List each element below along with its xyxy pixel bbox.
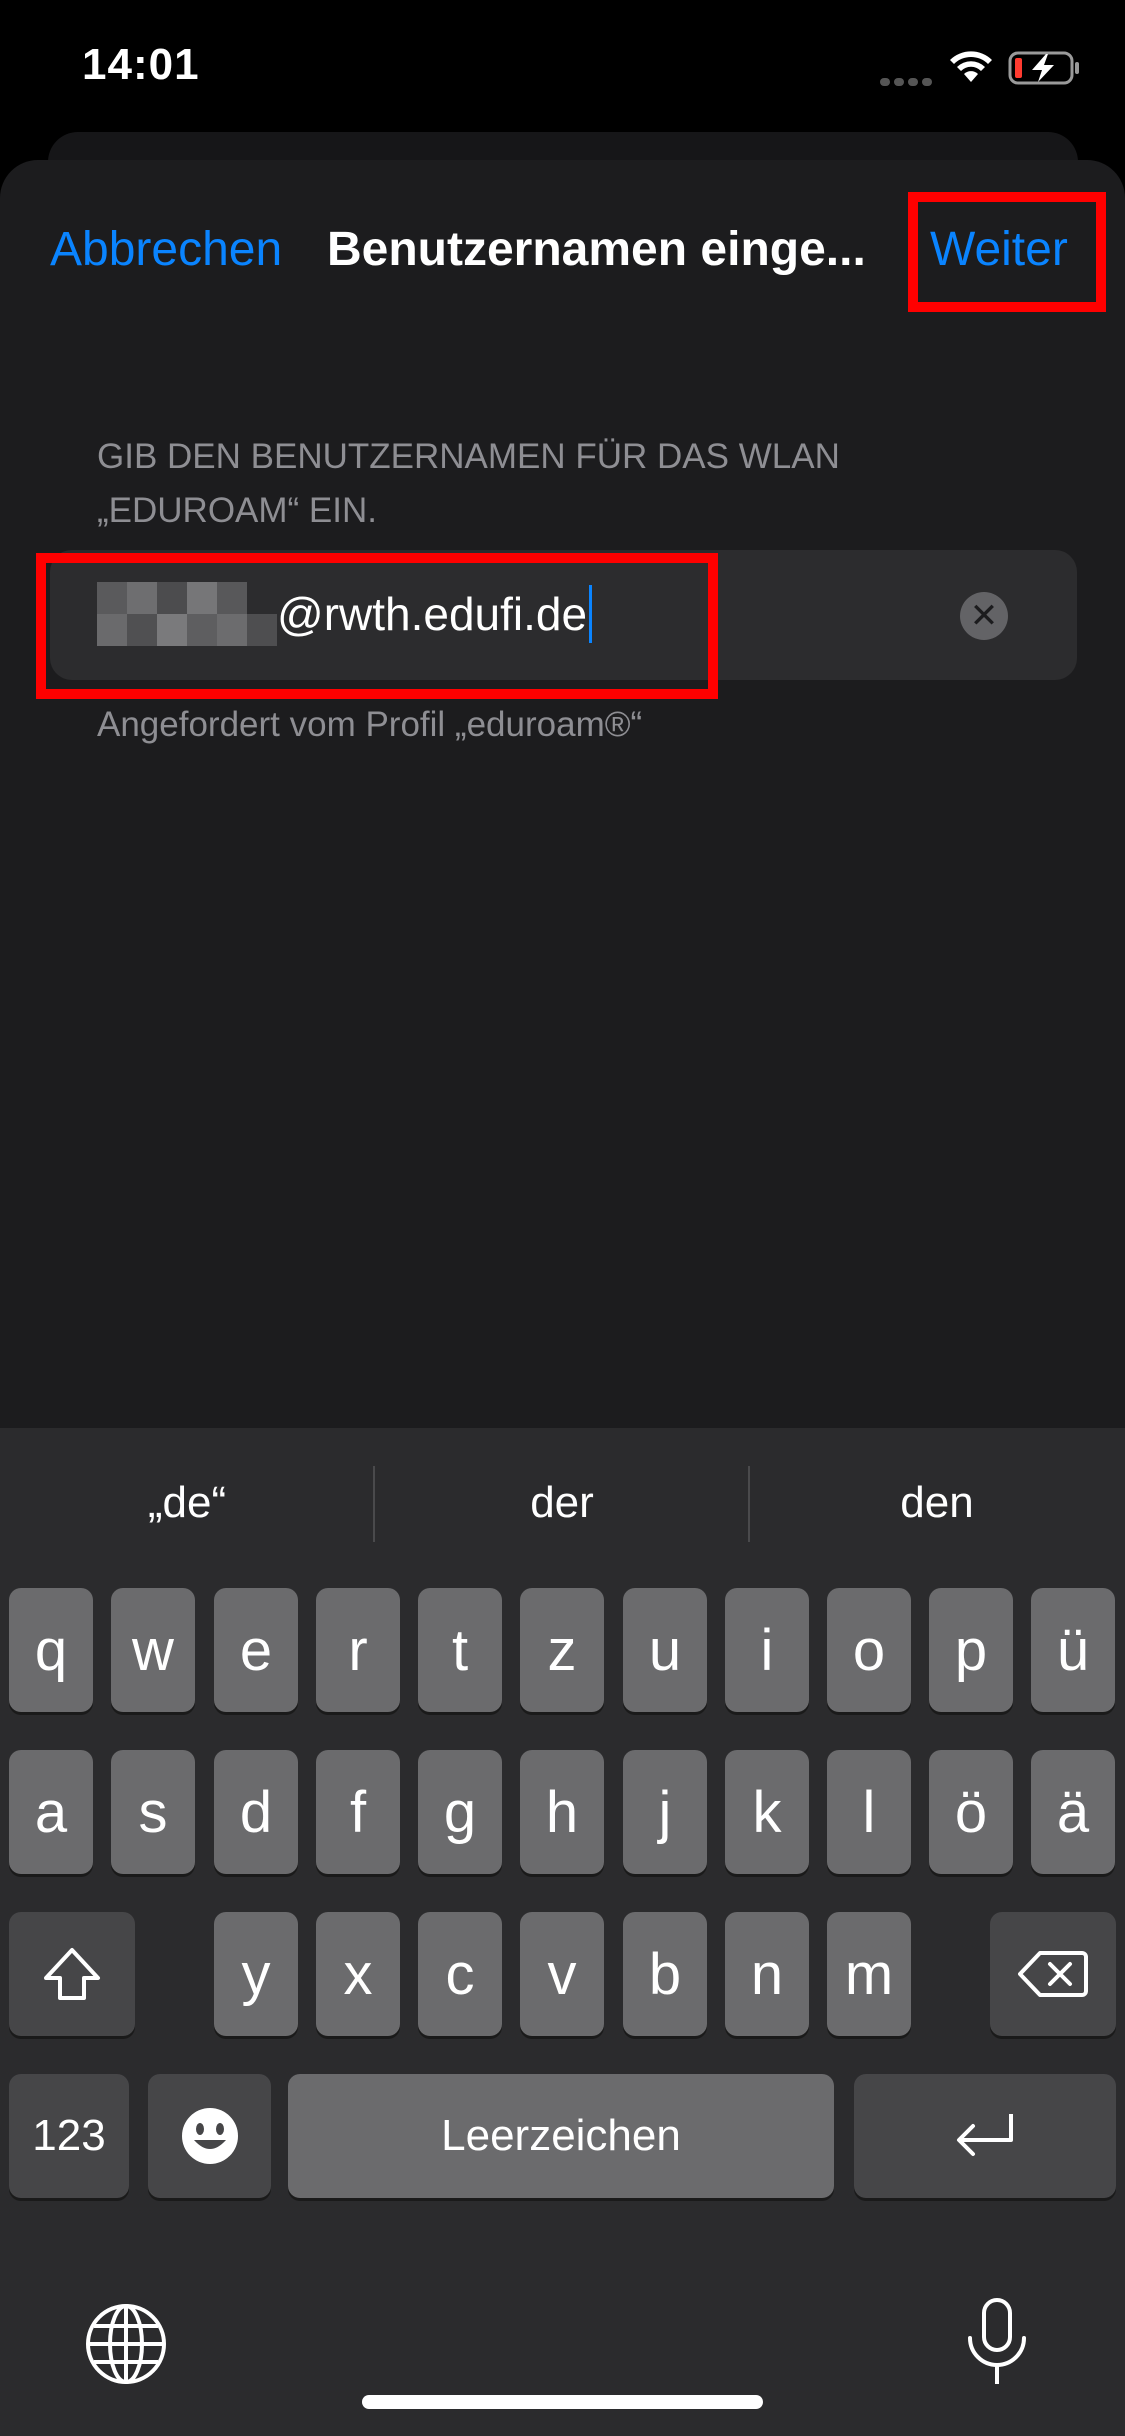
status-bar: 14:01 [0,0,1125,140]
key-u[interactable]: u [623,1588,707,1712]
shift-icon [44,1948,100,2000]
keyboard-bottom-bar [0,2258,1125,2436]
key-e[interactable]: e [214,1588,298,1712]
backspace-icon [1018,1951,1088,1997]
key-g[interactable]: g [418,1750,502,1874]
cancel-button[interactable]: Abbrechen [50,222,282,277]
suggestion-1[interactable]: „de“ [0,1478,374,1528]
key-x[interactable]: x [316,1912,400,2036]
key-ue[interactable]: ü [1031,1588,1115,1712]
key-n[interactable]: n [725,1912,809,2036]
key-d[interactable]: d [214,1750,298,1874]
suggestion-2[interactable]: der [375,1478,749,1528]
numbers-key[interactable]: 123 [9,2074,129,2198]
key-w[interactable]: w [111,1588,195,1712]
highlight-next-button [908,192,1106,312]
backspace-key[interactable] [990,1912,1116,2036]
page-title: Benutzernamen einge... [327,223,866,276]
key-y[interactable]: y [214,1912,298,2036]
key-a[interactable]: a [9,1750,93,1874]
return-key[interactable] [854,2074,1116,2198]
space-key[interactable]: Leerzeichen [288,2074,834,2198]
return-icon [957,2114,1013,2156]
key-p[interactable]: p [929,1588,1013,1712]
key-i[interactable]: i [725,1588,809,1712]
emoji-icon [181,2108,238,2164]
key-v[interactable]: v [520,1912,604,2036]
section-footer: Angefordert vom Profil „eduroam®“ [97,705,643,744]
key-oe[interactable]: ö [929,1750,1013,1874]
section-header: GIB DEN BENUTZERNAMEN FÜR DAS WLAN „EDUR… [97,437,840,530]
key-j[interactable]: j [623,1750,707,1874]
key-m[interactable]: m [827,1912,911,2036]
globe-icon[interactable] [84,2302,168,2386]
key-b[interactable]: b [623,1912,707,2036]
battery-charging-icon [1008,51,1079,85]
suggestion-3[interactable]: den [750,1478,1124,1528]
key-s[interactable]: s [111,1750,195,1874]
microphone-icon[interactable] [962,2296,1032,2390]
suggestion-bar: „de“ der den [0,1428,1125,1578]
home-indicator [362,2395,763,2409]
key-f[interactable]: f [316,1750,400,1874]
shift-key[interactable] [9,1912,135,2036]
key-h[interactable]: h [520,1750,604,1874]
key-c[interactable]: c [418,1912,502,2036]
key-k[interactable]: k [725,1750,809,1874]
key-r[interactable]: r [316,1588,400,1712]
status-time: 14:01 [82,40,200,89]
key-z[interactable]: z [520,1588,604,1712]
key-t[interactable]: t [418,1588,502,1712]
wifi-icon [950,51,992,82]
clear-text-icon[interactable]: ✕ [960,592,1008,640]
key-q[interactable]: q [9,1588,93,1712]
emoji-key[interactable] [148,2074,271,2198]
key-ae[interactable]: ä [1031,1750,1115,1874]
key-l[interactable]: l [827,1750,911,1874]
cellular-signal-icon [880,78,934,86]
keyboard: „de“ der den q w e r t z u i o p ü a s d… [0,1428,1125,2436]
key-o[interactable]: o [827,1588,911,1712]
highlight-username-field [36,553,718,699]
